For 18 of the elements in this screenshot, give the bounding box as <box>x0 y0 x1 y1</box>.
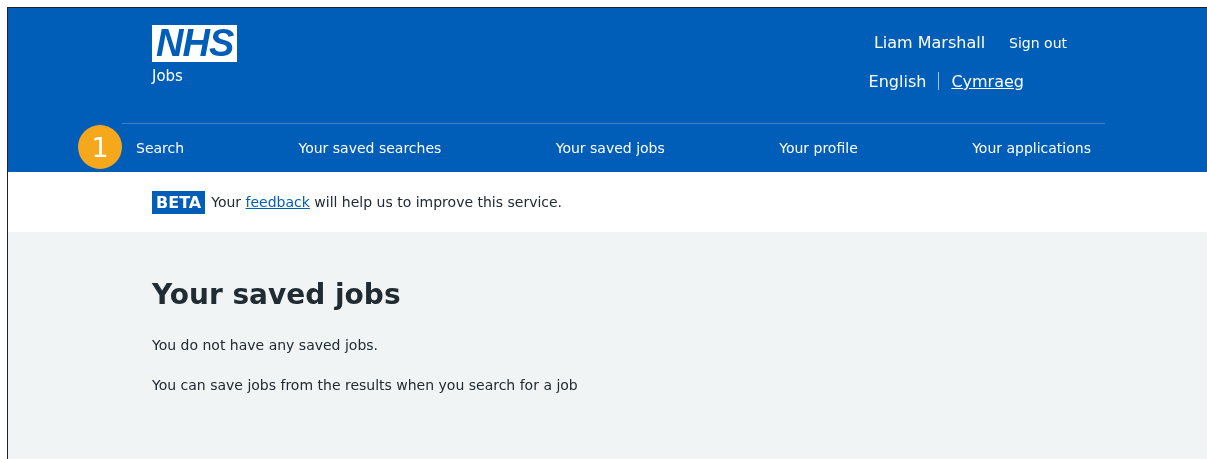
beta-tag: BETA <box>152 190 206 214</box>
language-link[interactable]: English <box>868 72 927 91</box>
nav-link[interactable]: Search <box>136 140 185 156</box>
nav-link[interactable]: Your applications <box>972 140 1091 156</box>
sign-out-link[interactable]: Sign out <box>1009 34 1067 51</box>
step-marker: 1 <box>78 125 122 169</box>
nav-link[interactable]: Your saved searches <box>298 140 442 156</box>
feedback-link[interactable]: feedback <box>245 194 310 210</box>
service-name: Jobs <box>152 67 183 85</box>
user-name: Liam Marshall <box>873 33 986 52</box>
body-text: You can save jobs from the results when you search for a job <box>152 377 579 393</box>
logo[interactable]: NHS <box>152 25 238 62</box>
nav-link[interactable]: Your profile <box>779 140 858 156</box>
body-text: You do not have any saved jobs. <box>152 337 380 353</box>
feedback-message: Your feedback will help us to improve this service. <box>211 194 563 210</box>
page-heading: Your saved jobs <box>152 278 402 311</box>
language-link[interactable]: Cymraeg <box>951 72 1024 91</box>
nav-link[interactable]: Your saved jobs <box>555 140 665 156</box>
